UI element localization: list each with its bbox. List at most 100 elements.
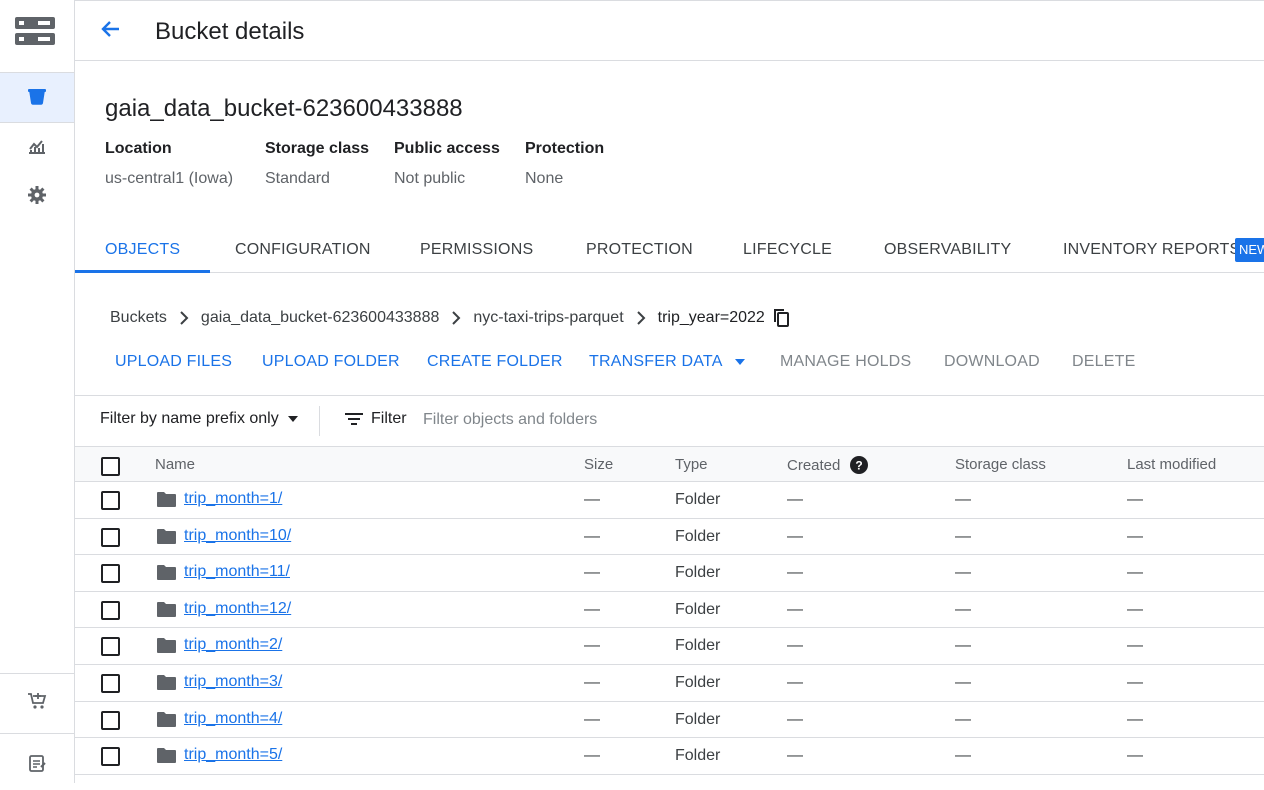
table-row: trip_month=10/ — Folder — — — <box>75 519 1264 556</box>
tab-objects[interactable]: OBJECTS <box>74 228 211 273</box>
breadcrumb: Buckets gaia_data_bucket-623600433888 ny… <box>110 307 791 329</box>
tab-inventory-reports[interactable]: INVENTORY REPORTS <box>1063 228 1240 272</box>
folder-icon <box>157 711 176 727</box>
folder-link[interactable]: trip_month=12/ <box>184 600 291 618</box>
tab-lifecycle[interactable]: LIFECYCLE <box>743 228 832 272</box>
row-checkbox[interactable] <box>101 747 120 767</box>
filter-button[interactable]: Filter <box>345 410 407 428</box>
size-cell: — <box>584 491 600 508</box>
breadcrumb-folder[interactable]: nyc-taxi-trips-parquet <box>473 309 623 327</box>
column-name[interactable]: Name <box>155 456 195 473</box>
transfer-data-button[interactable]: TRANSFER DATA <box>589 353 746 371</box>
meta-label: Protection <box>525 140 605 157</box>
marketplace-icon <box>27 691 47 716</box>
last-modified-cell: — <box>1127 673 1143 691</box>
select-all-checkbox[interactable] <box>101 457 120 476</box>
column-storage-class[interactable]: Storage class <box>955 456 1046 473</box>
tab-permissions[interactable]: PERMISSIONS <box>420 228 533 272</box>
folder-link[interactable]: trip_month=4/ <box>184 710 282 728</box>
column-type[interactable]: Type <box>675 456 708 473</box>
storage-class-cell: — <box>955 491 971 508</box>
tab-configuration[interactable]: CONFIGURATION <box>235 228 371 272</box>
type-cell: Folder <box>675 637 721 655</box>
rail-divider <box>0 673 74 674</box>
breadcrumb-bucket[interactable]: gaia_data_bucket-623600433888 <box>201 309 439 327</box>
storage-class-cell: — <box>955 747 971 765</box>
chevron-right-icon <box>636 311 646 325</box>
created-cell: — <box>787 491 803 508</box>
upload-folder-button[interactable]: UPLOAD FOLDER <box>262 353 400 371</box>
name-cell: trip_month=10/ <box>157 527 291 545</box>
created-cell: — <box>787 527 803 545</box>
type-cell: Folder <box>675 491 721 508</box>
column-last-modified[interactable]: Last modified <box>1127 456 1216 473</box>
folder-link[interactable]: trip_month=3/ <box>184 673 282 691</box>
nav-buckets[interactable] <box>0 73 74 123</box>
column-size[interactable]: Size <box>584 456 613 473</box>
row-checkbox[interactable] <box>101 673 120 693</box>
storage-class-cell: — <box>955 564 971 582</box>
nav-marketplace[interactable] <box>0 678 74 728</box>
bucket-name: gaia_data_bucket-623600433888 <box>105 95 463 122</box>
delete-button[interactable]: DELETE <box>1072 353 1135 371</box>
row-checkbox[interactable] <box>101 600 120 620</box>
name-cell: trip_month=12/ <box>157 600 291 618</box>
row-checkbox[interactable] <box>101 710 120 730</box>
download-button[interactable]: DOWNLOAD <box>944 353 1040 371</box>
folder-icon <box>157 637 176 654</box>
breadcrumb-buckets[interactable]: Buckets <box>110 309 167 327</box>
chevron-right-icon <box>179 311 189 325</box>
arrow-back-icon <box>99 17 123 46</box>
meta-value: Not public <box>394 170 466 187</box>
storage-class-cell: — <box>955 673 971 691</box>
folder-icon <box>157 674 176 690</box>
type-cell: Folder <box>675 710 721 728</box>
name-cell: trip_month=2/ <box>157 636 282 654</box>
meta-label: Public access <box>394 140 500 157</box>
storage-logo-icon[interactable] <box>14 16 56 46</box>
tab-protection[interactable]: PROTECTION <box>586 228 693 272</box>
meta-value: None <box>525 170 564 187</box>
filter-prefix-dropdown[interactable]: Filter by name prefix only <box>100 410 299 428</box>
folder-link[interactable]: trip_month=1/ <box>184 490 282 508</box>
top-bar: Bucket details <box>75 0 1264 61</box>
copy-path-icon[interactable] <box>773 308 791 328</box>
new-badge: NEW <box>1235 238 1264 262</box>
meta-value: us-central1 (Iowa) <box>105 170 234 187</box>
folder-link[interactable]: trip_month=5/ <box>184 746 282 764</box>
row-checkbox[interactable] <box>101 491 120 510</box>
storage-class-cell: — <box>955 600 971 618</box>
table-header: Name Size Type Created ? Storage class L… <box>75 446 1264 482</box>
filter-label: Filter <box>371 410 407 427</box>
manage-holds-button[interactable]: MANAGE HOLDS <box>780 353 911 371</box>
tab-observability[interactable]: OBSERVABILITY <box>884 228 1011 272</box>
row-checkbox[interactable] <box>101 637 120 657</box>
table-row: trip_month=12/ — Folder — — — <box>75 592 1264 629</box>
column-created[interactable]: Created ? <box>787 456 869 474</box>
caret-down-icon <box>734 353 746 371</box>
release-notes-icon <box>27 753 47 778</box>
meta-storage-class: Storage class Standard <box>265 140 369 188</box>
filter-input[interactable] <box>423 408 923 432</box>
settings-icon <box>27 185 47 210</box>
size-cell: — <box>584 600 600 618</box>
folder-link[interactable]: trip_month=11/ <box>184 563 290 581</box>
back-button[interactable] <box>95 15 127 47</box>
folder-link[interactable]: trip_month=10/ <box>184 527 291 545</box>
create-folder-button[interactable]: CREATE FOLDER <box>427 353 563 371</box>
nav-settings[interactable] <box>0 172 74 222</box>
table-body: trip_month=1/ — Folder — — — trip_month=… <box>75 482 1264 775</box>
upload-files-button[interactable]: UPLOAD FILES <box>115 353 232 371</box>
last-modified-cell: — <box>1127 637 1143 655</box>
row-checkbox[interactable] <box>101 527 120 547</box>
last-modified-cell: — <box>1127 747 1143 765</box>
folder-link[interactable]: trip_month=2/ <box>184 636 282 654</box>
help-icon[interactable]: ? <box>850 456 869 474</box>
nav-monitoring[interactable] <box>0 123 74 173</box>
chevron-right-icon <box>451 311 461 325</box>
table-row: trip_month=5/ — Folder — — — <box>75 738 1264 775</box>
created-cell: — <box>787 600 803 618</box>
meta-protection: Protection None <box>525 140 604 188</box>
row-checkbox[interactable] <box>101 564 120 584</box>
bucket-icon <box>27 86 47 111</box>
